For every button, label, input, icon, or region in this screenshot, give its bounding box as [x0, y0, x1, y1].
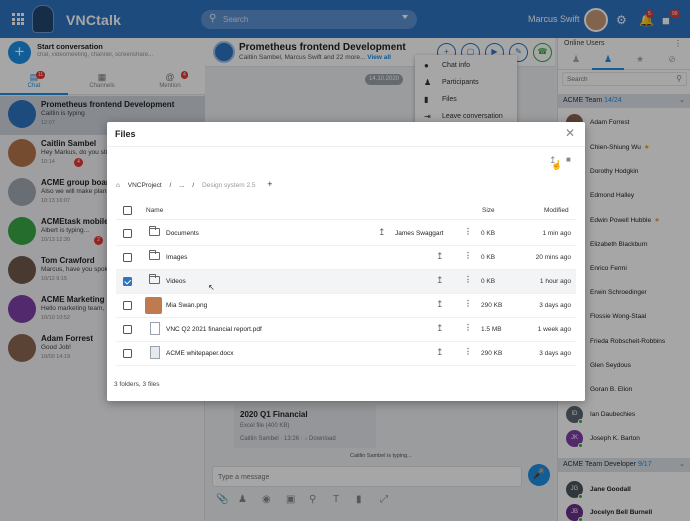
breadcrumb-item[interactable]: ... — [179, 182, 184, 189]
more-vert-icon[interactable]: ⋮ — [464, 251, 472, 260]
file-modified: 3 days ago — [539, 302, 571, 309]
file-modified: 20 mins ago — [535, 254, 571, 261]
share-icon[interactable]: ↥ — [436, 323, 444, 334]
share-icon[interactable]: ↥ — [436, 347, 444, 358]
select-all-checkbox[interactable] — [123, 206, 132, 215]
more-vert-icon[interactable]: ⋮ — [464, 299, 472, 308]
breadcrumb-current: Design system 2.5 — [202, 182, 256, 189]
file-row[interactable]: Images ↥ ⋮ 0 KB 20 mins ago — [116, 246, 576, 270]
share-icon[interactable]: ↥ — [436, 299, 444, 310]
image-thumbnail — [145, 297, 162, 314]
file-row[interactable]: Mia Swan.png ↥ ⋮ 290 KB 3 days ago — [116, 294, 576, 318]
row-checkbox[interactable] — [123, 301, 132, 310]
dialog-footer-summary: 3 folders, 3 files — [114, 381, 160, 388]
column-modified[interactable]: Modified — [544, 207, 569, 214]
app-window: VNCtalk ⚲ Marcus Swift ⚙ 🔔 5 ■ 99 + Star… — [0, 0, 690, 521]
file-name: Images — [166, 254, 188, 261]
more-vert-icon[interactable]: ⋮ — [464, 275, 472, 284]
file-owner: James Swaggart — [395, 230, 444, 237]
share-icon[interactable]: ↥ — [436, 251, 444, 262]
breadcrumb-separator: / — [192, 182, 195, 189]
file-name: ACME whitepaper.docx — [166, 350, 234, 357]
file-name: Videos — [166, 278, 186, 285]
file-modified: 1 week ago — [537, 326, 571, 333]
view-toggle-icon[interactable]: ■ — [566, 155, 571, 164]
file-name: VNC Q2 2021 financial report.pdf — [166, 326, 262, 333]
file-name: Documents — [166, 230, 199, 237]
more-vert-icon[interactable]: ⋮ — [464, 323, 472, 332]
file-row[interactable]: ACME whitepaper.docx ↥ ⋮ 290 KB 3 days ago — [116, 342, 576, 366]
file-modified: 3 days ago — [539, 350, 571, 357]
breadcrumb-item[interactable]: VNCProject — [128, 182, 162, 189]
folder-icon — [148, 250, 160, 260]
file-row[interactable]: Videos ↥ ⋮ 0 KB 1 hour ago — [116, 270, 576, 294]
home-icon[interactable]: ⌂ — [116, 182, 120, 189]
row-checkbox[interactable] — [123, 229, 132, 238]
folder-icon — [148, 226, 160, 236]
more-vert-icon[interactable]: ⋮ — [464, 227, 472, 236]
mouse-cursor-icon: ↖ — [208, 283, 215, 292]
more-vert-icon[interactable]: ⋮ — [464, 347, 472, 356]
folder-icon — [148, 274, 160, 284]
file-size: 0 KB — [481, 278, 496, 285]
pdf-file-icon — [150, 322, 160, 335]
file-row[interactable]: VNC Q2 2021 financial report.pdf ↥ ⋮ 1.5 MB… — [116, 318, 576, 342]
row-checkbox[interactable] — [123, 325, 132, 334]
file-name: Mia Swan.png — [166, 302, 208, 309]
files-dialog: Files ✕ ↥ ☝ ■ ⌂ VNCProject / ... / Desig… — [107, 122, 585, 401]
share-icon[interactable]: ↥ — [436, 275, 444, 286]
file-size: 0 KB — [481, 254, 496, 261]
cursor-icon: ☝ — [551, 160, 563, 170]
row-checkbox[interactable] — [123, 277, 132, 286]
column-size[interactable]: Size — [482, 207, 495, 214]
file-size: 0 KB — [481, 230, 496, 237]
table-header: Name Size Modified — [116, 202, 576, 220]
row-checkbox[interactable] — [123, 253, 132, 262]
breadcrumb-separator: / — [169, 182, 172, 189]
close-icon[interactable]: ✕ — [565, 126, 575, 140]
breadcrumb: ⌂ VNCProject / ... / Design system 2.5 + — [116, 179, 279, 189]
divider — [107, 146, 585, 147]
share-icon[interactable]: ↥ — [378, 227, 386, 238]
file-modified: 1 hour ago — [539, 278, 571, 285]
file-row[interactable]: Documents ↥ James Swaggart ⋮ 0 KB 1 min ago — [116, 222, 576, 246]
dialog-title: Files — [115, 129, 136, 139]
add-icon[interactable]: + — [267, 179, 272, 189]
doc-file-icon — [150, 346, 160, 359]
row-checkbox[interactable] — [123, 349, 132, 358]
file-modified: 1 min ago — [542, 230, 571, 237]
column-name[interactable]: Name — [146, 207, 163, 214]
